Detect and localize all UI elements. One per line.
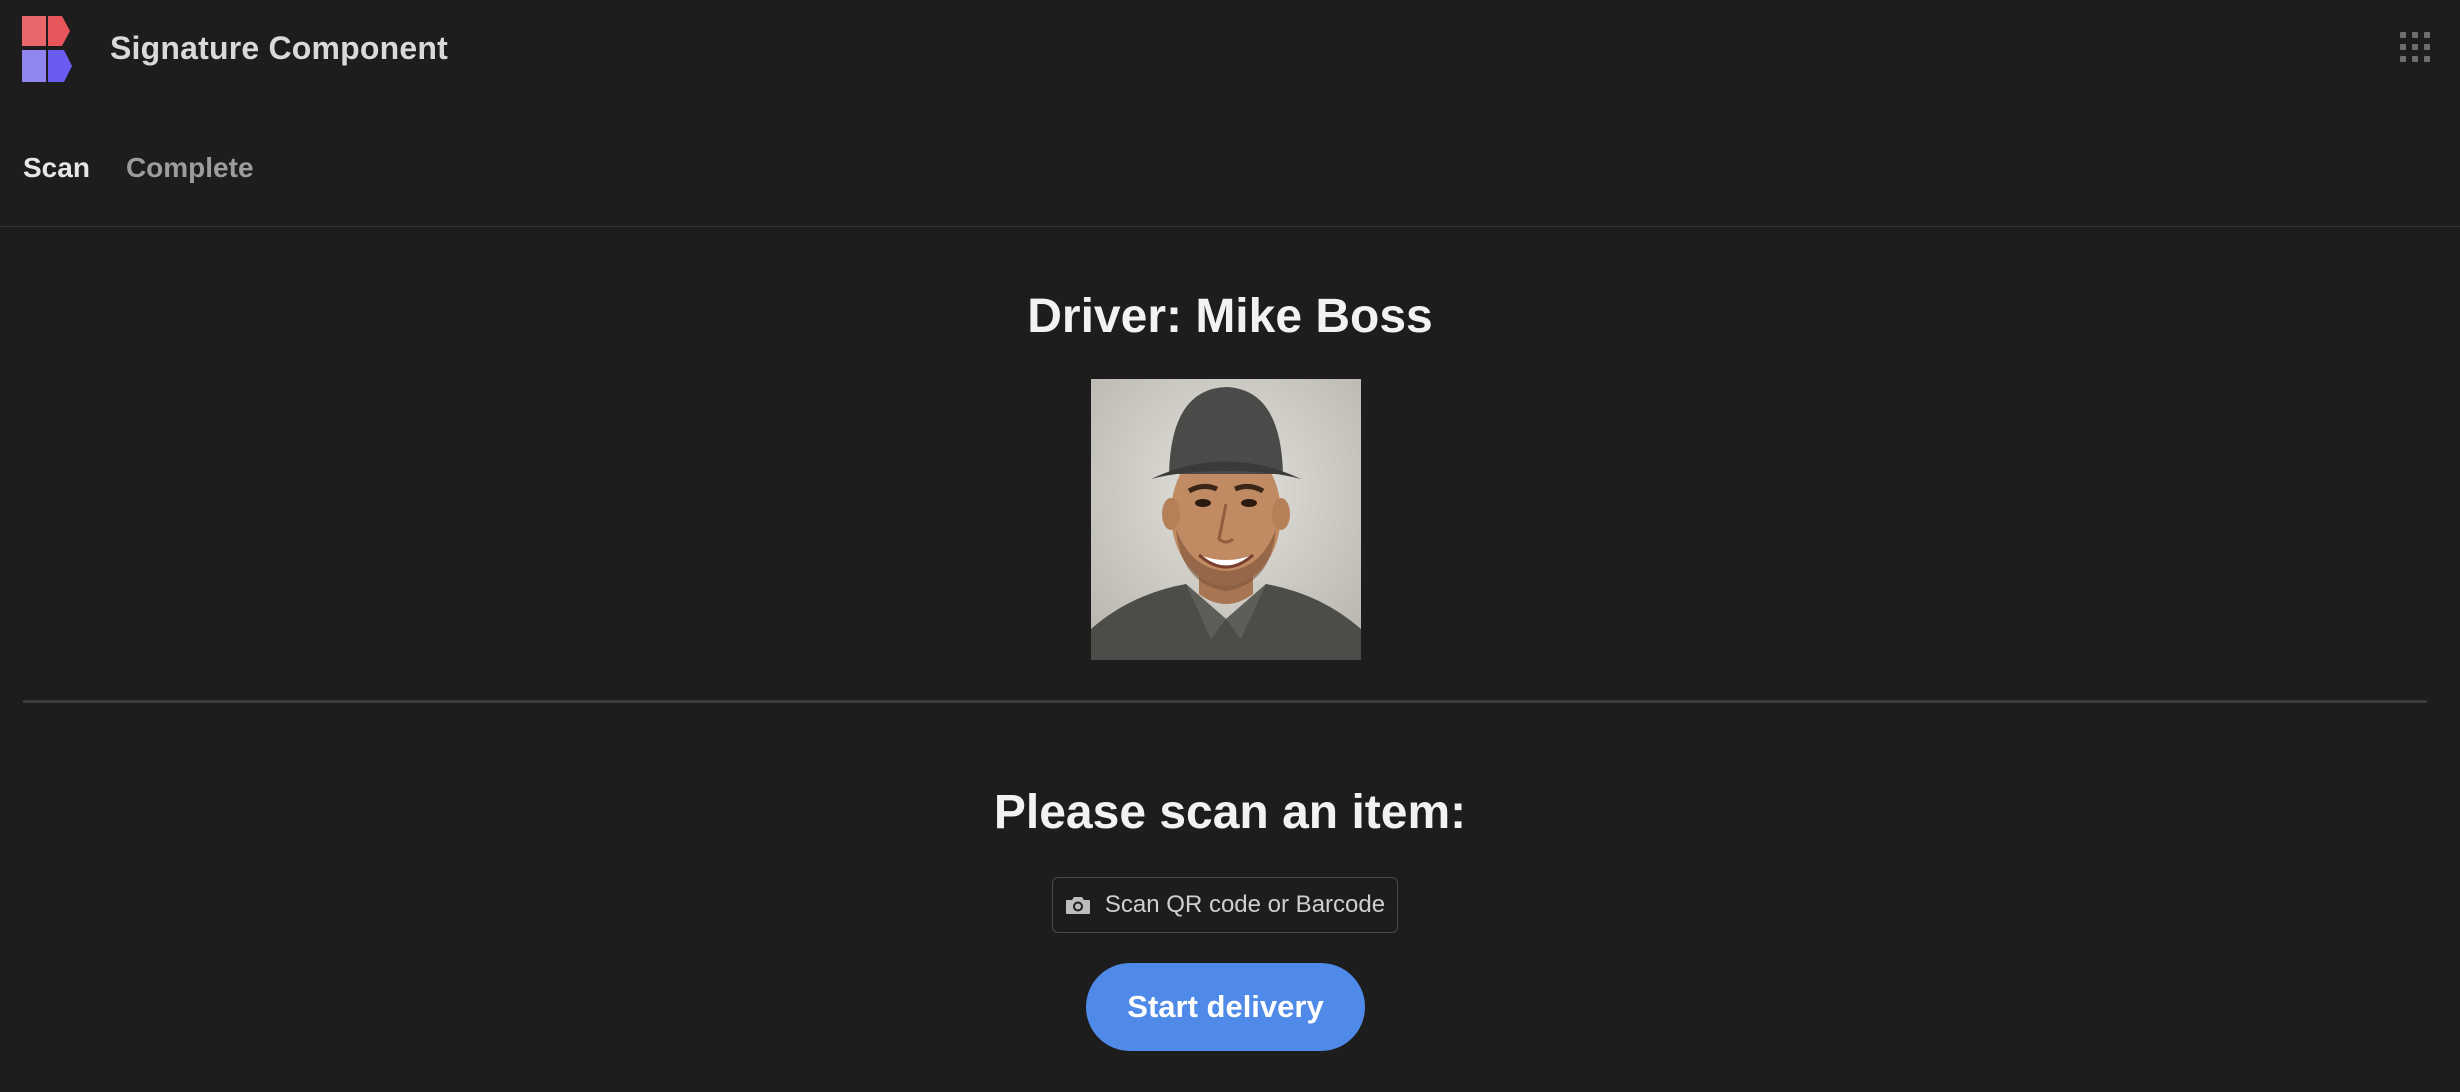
scan-code-button[interactable]: Scan QR code or Barcode	[1052, 877, 1398, 933]
app-logo-icon	[22, 16, 72, 82]
tab-scan[interactable]: Scan	[23, 152, 90, 184]
driver-heading: Driver: Mike Boss	[1027, 290, 1433, 343]
start-delivery-label: Start delivery	[1127, 989, 1324, 1024]
camera-icon	[1065, 897, 1090, 914]
scan-button-label: Scan QR code or Barcode	[1104, 891, 1386, 918]
driver-photo	[1091, 379, 1361, 660]
header: Signature Component	[0, 0, 2460, 100]
tab-complete[interactable]: Complete	[126, 152, 254, 184]
scan-heading: Please scan an item:	[993, 786, 1467, 839]
start-delivery-button[interactable]: Start delivery	[1086, 963, 1365, 1051]
section-divider	[23, 700, 2427, 703]
app-root: Signature Component Scan Complete Driver…	[0, 0, 2460, 1092]
apps-grid-icon[interactable]	[2400, 32, 2430, 62]
tab-bar: Scan Complete	[23, 152, 254, 184]
app-title: Signature Component	[110, 30, 449, 66]
main-content: Driver: Mike Boss Please scan an item: S…	[0, 227, 2460, 1092]
